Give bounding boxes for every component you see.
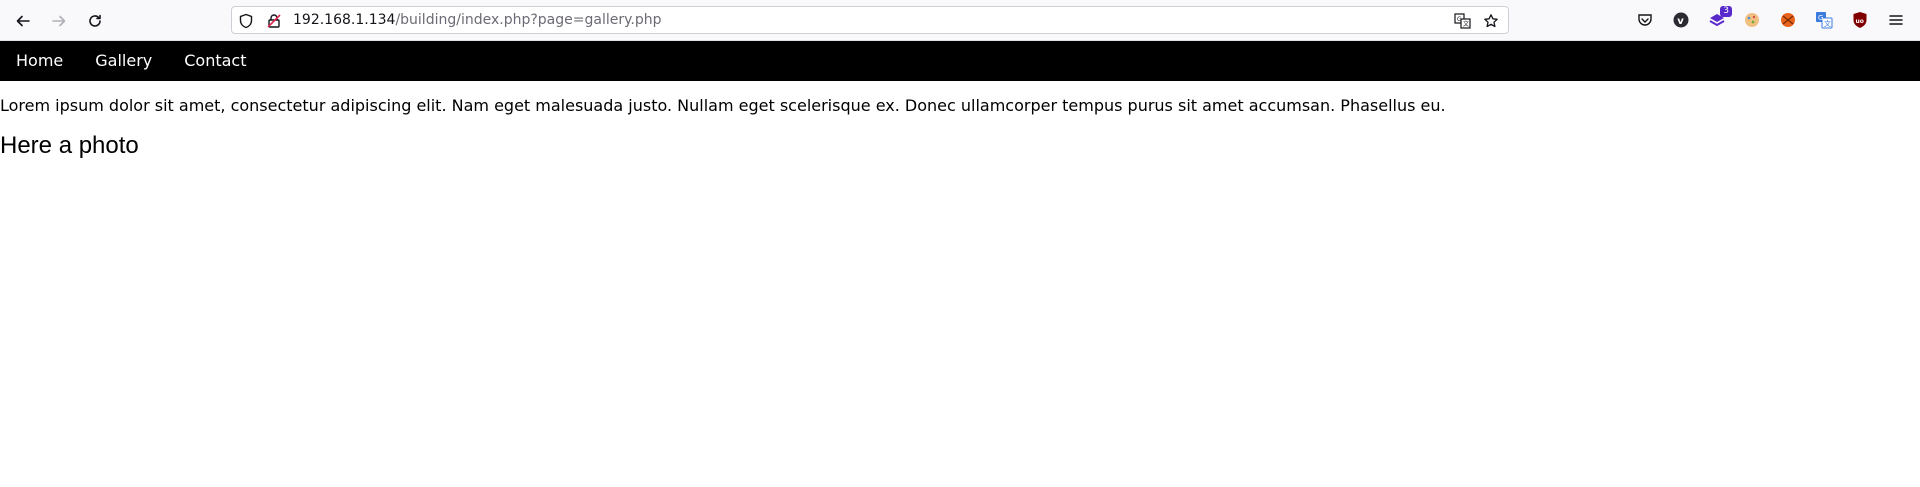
svg-text:uo: uo [1856,18,1864,25]
url-bar[interactable]: 192.168.1.134/building/index.php?page=ga… [231,6,1509,34]
nav-home-link[interactable]: Home [0,41,79,81]
shield-icon[interactable] [237,12,255,30]
extension-translate-icon[interactable]: G文 [1815,11,1833,29]
bookmark-star-icon[interactable] [1482,12,1500,30]
extension-badge: 3 [1720,6,1732,17]
url-host: 192.168.1.134 [293,12,396,28]
nav-gallery-link[interactable]: Gallery [79,41,168,81]
intro-paragraph: Lorem ipsum dolor sit amet, consectetur … [0,96,1446,115]
extension-v-icon[interactable]: v [1672,11,1690,29]
url-path: /building/index.php?page=gallery.php [395,12,662,28]
reload-icon[interactable] [82,8,108,34]
pocket-icon[interactable] [1636,11,1654,29]
main-content: Lorem ipsum dolor sit amet, consectetur … [0,96,1446,160]
menu-icon[interactable] [1887,11,1905,29]
ublock-icon[interactable]: uo [1851,11,1869,29]
extension-ball-icon[interactable] [1779,11,1797,29]
photo-heading: Here a photo [0,132,139,159]
nav-contact-link[interactable]: Contact [168,41,262,81]
insecure-lock-icon[interactable] [265,12,283,30]
back-arrow-icon[interactable] [10,8,36,34]
translate-icon[interactable]: G文 [1454,12,1472,30]
browser-toolbar: 192.168.1.134/building/index.php?page=ga… [0,0,1920,41]
svg-text:文: 文 [1463,20,1469,28]
url-text[interactable]: 192.168.1.134/building/index.php?page=ga… [293,7,661,34]
extension-cookie-icon[interactable] [1743,11,1761,29]
svg-text:文: 文 [1824,19,1831,28]
site-nav: Home Gallery Contact [0,41,1920,81]
svg-text:v: v [1677,16,1684,27]
svg-text:G: G [1457,16,1462,23]
forward-arrow-icon[interactable] [46,8,72,34]
extension-stack-icon[interactable]: 3 [1708,6,1732,29]
svg-text:G: G [1818,14,1823,22]
